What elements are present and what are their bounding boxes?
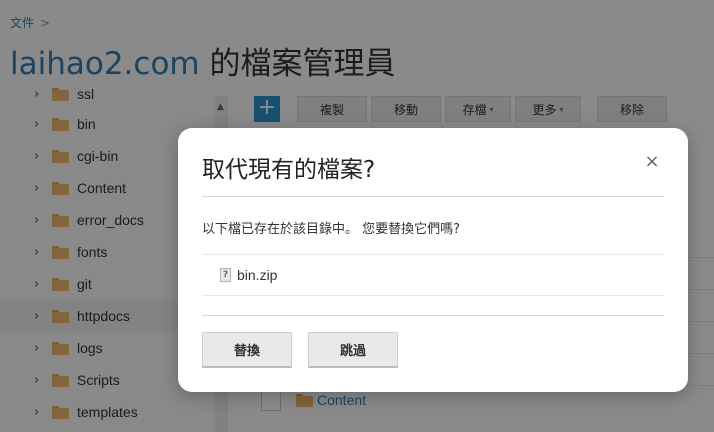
dialog-message: 以下檔已存在於該目錄中。 您要替換它們嗎? — [202, 222, 461, 237]
list-item: ? bin.zip — [202, 254, 664, 296]
file-name: bin.zip — [237, 267, 278, 283]
replace-file-dialog: 取代現有的檔案? × 以下檔已存在於該目錄中。 您要替換它們嗎? ? bin.z… — [178, 128, 688, 392]
replace-button-label: 替換 — [233, 344, 260, 359]
replace-button[interactable]: 替換 — [202, 332, 292, 368]
skip-button[interactable]: 跳過 — [308, 332, 398, 368]
close-icon[interactable]: × — [644, 153, 660, 171]
unknown-file-icon: ? — [220, 268, 231, 282]
dialog-divider — [202, 315, 664, 316]
dialog-divider — [202, 196, 664, 197]
dialog-title: 取代現有的檔案? — [202, 157, 376, 183]
skip-button-label: 跳過 — [339, 344, 366, 359]
